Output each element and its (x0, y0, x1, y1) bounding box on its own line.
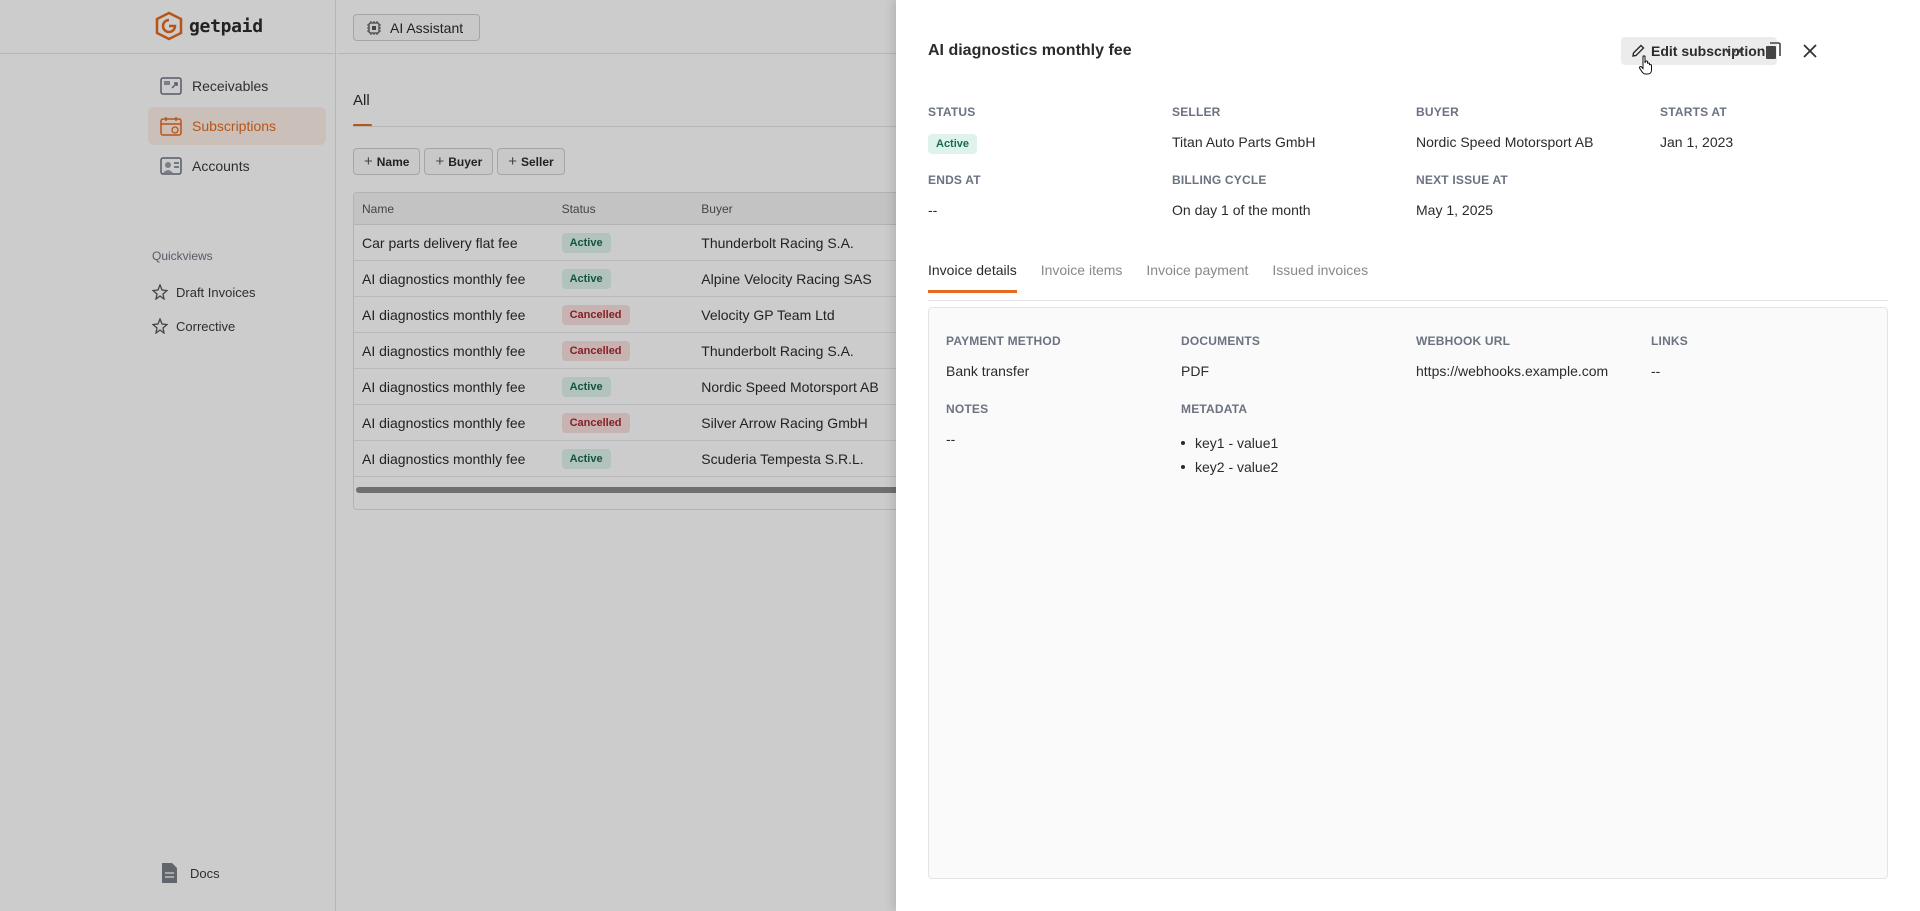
field-label: METADATA (1181, 402, 1248, 416)
tab-invoice-details[interactable]: Invoice details (928, 262, 1017, 293)
field-value: On day 1 of the month (1172, 202, 1311, 218)
edit-subscription-label: Edit subscription (1651, 43, 1766, 59)
metadata-item: key2 - value2 (1181, 455, 1278, 479)
drawer-tabs-divider (928, 300, 1888, 301)
field-label: BILLING CYCLE (1172, 173, 1267, 187)
copy-icon (1766, 42, 1781, 59)
field-label: ENDS AT (928, 173, 981, 187)
invoice-details-panel: PAYMENT METHOD Bank transfer DOCUMENTS P… (928, 307, 1888, 879)
drawer-title: AI diagnostics monthly fee (928, 42, 1132, 59)
field-buyer: BUYER Nordic Speed Motorsport AB (1416, 105, 1593, 150)
detail-notes: NOTES -- (946, 402, 988, 447)
tab-invoice-items[interactable]: Invoice items (1041, 262, 1123, 293)
field-value: Titan Auto Parts GmbH (1172, 134, 1316, 150)
field-label: DOCUMENTS (1181, 334, 1261, 348)
field-next-issue-at: NEXT ISSUE AT May 1, 2025 (1416, 173, 1508, 218)
field-value: -- (946, 431, 956, 447)
more-horizontal-icon (1726, 49, 1742, 53)
subscription-detail-drawer: AI diagnostics monthly fee Edit subscrip… (896, 0, 1920, 911)
tab-issued-invoices[interactable]: Issued invoices (1272, 262, 1368, 293)
field-ends-at: ENDS AT -- (928, 173, 981, 218)
field-value: -- (928, 202, 938, 218)
field-label: NOTES (946, 402, 989, 416)
field-billing-cycle: BILLING CYCLE On day 1 of the month (1172, 173, 1311, 218)
close-icon (1803, 44, 1817, 58)
detail-payment-method: PAYMENT METHOD Bank transfer (946, 334, 1061, 379)
field-label: BUYER (1416, 105, 1460, 119)
field-value: May 1, 2025 (1416, 202, 1494, 218)
field-value: Active (928, 134, 978, 154)
drawer-tabs: Invoice details Invoice items Invoice pa… (928, 262, 1368, 293)
field-starts-at: STARTS AT Jan 1, 2023 (1660, 105, 1733, 150)
field-label: STARTS AT (1660, 105, 1727, 119)
field-label: PAYMENT METHOD (946, 334, 1061, 348)
field-value: -- (1651, 363, 1661, 379)
hand-cursor-icon (1638, 55, 1652, 75)
detail-documents: DOCUMENTS PDF (1181, 334, 1260, 379)
field-value: PDF (1181, 363, 1209, 379)
field-value: Bank transfer (946, 363, 1030, 379)
more-options-button[interactable] (1721, 38, 1747, 64)
detail-webhook-url: WEBHOOK URL https://webhooks.example.com (1416, 334, 1608, 379)
field-value: Jan 1, 2023 (1660, 134, 1734, 150)
detail-links: LINKS -- (1651, 334, 1688, 379)
field-seller: SELLER Titan Auto Parts GmbH (1172, 105, 1315, 150)
field-label: LINKS (1651, 334, 1688, 348)
field-value: https://webhooks.example.com (1416, 363, 1609, 379)
field-label: NEXT ISSUE AT (1416, 173, 1508, 187)
metadata-item: key1 - value1 (1181, 431, 1278, 455)
metadata-list: key1 - value1 key2 - value2 (1181, 431, 1278, 479)
field-value: Nordic Speed Motorsport AB (1416, 134, 1594, 150)
status-badge: Active (928, 134, 978, 154)
field-status: STATUS Active (928, 105, 978, 154)
field-label: WEBHOOK URL (1416, 334, 1511, 348)
field-label: SELLER (1172, 105, 1221, 119)
copy-button[interactable] (1760, 38, 1786, 64)
tab-invoice-payment[interactable]: Invoice payment (1146, 262, 1248, 293)
close-button[interactable] (1797, 38, 1823, 64)
detail-metadata: METADATA key1 - value1 key2 - value2 (1181, 402, 1278, 479)
field-label: STATUS (928, 105, 976, 119)
